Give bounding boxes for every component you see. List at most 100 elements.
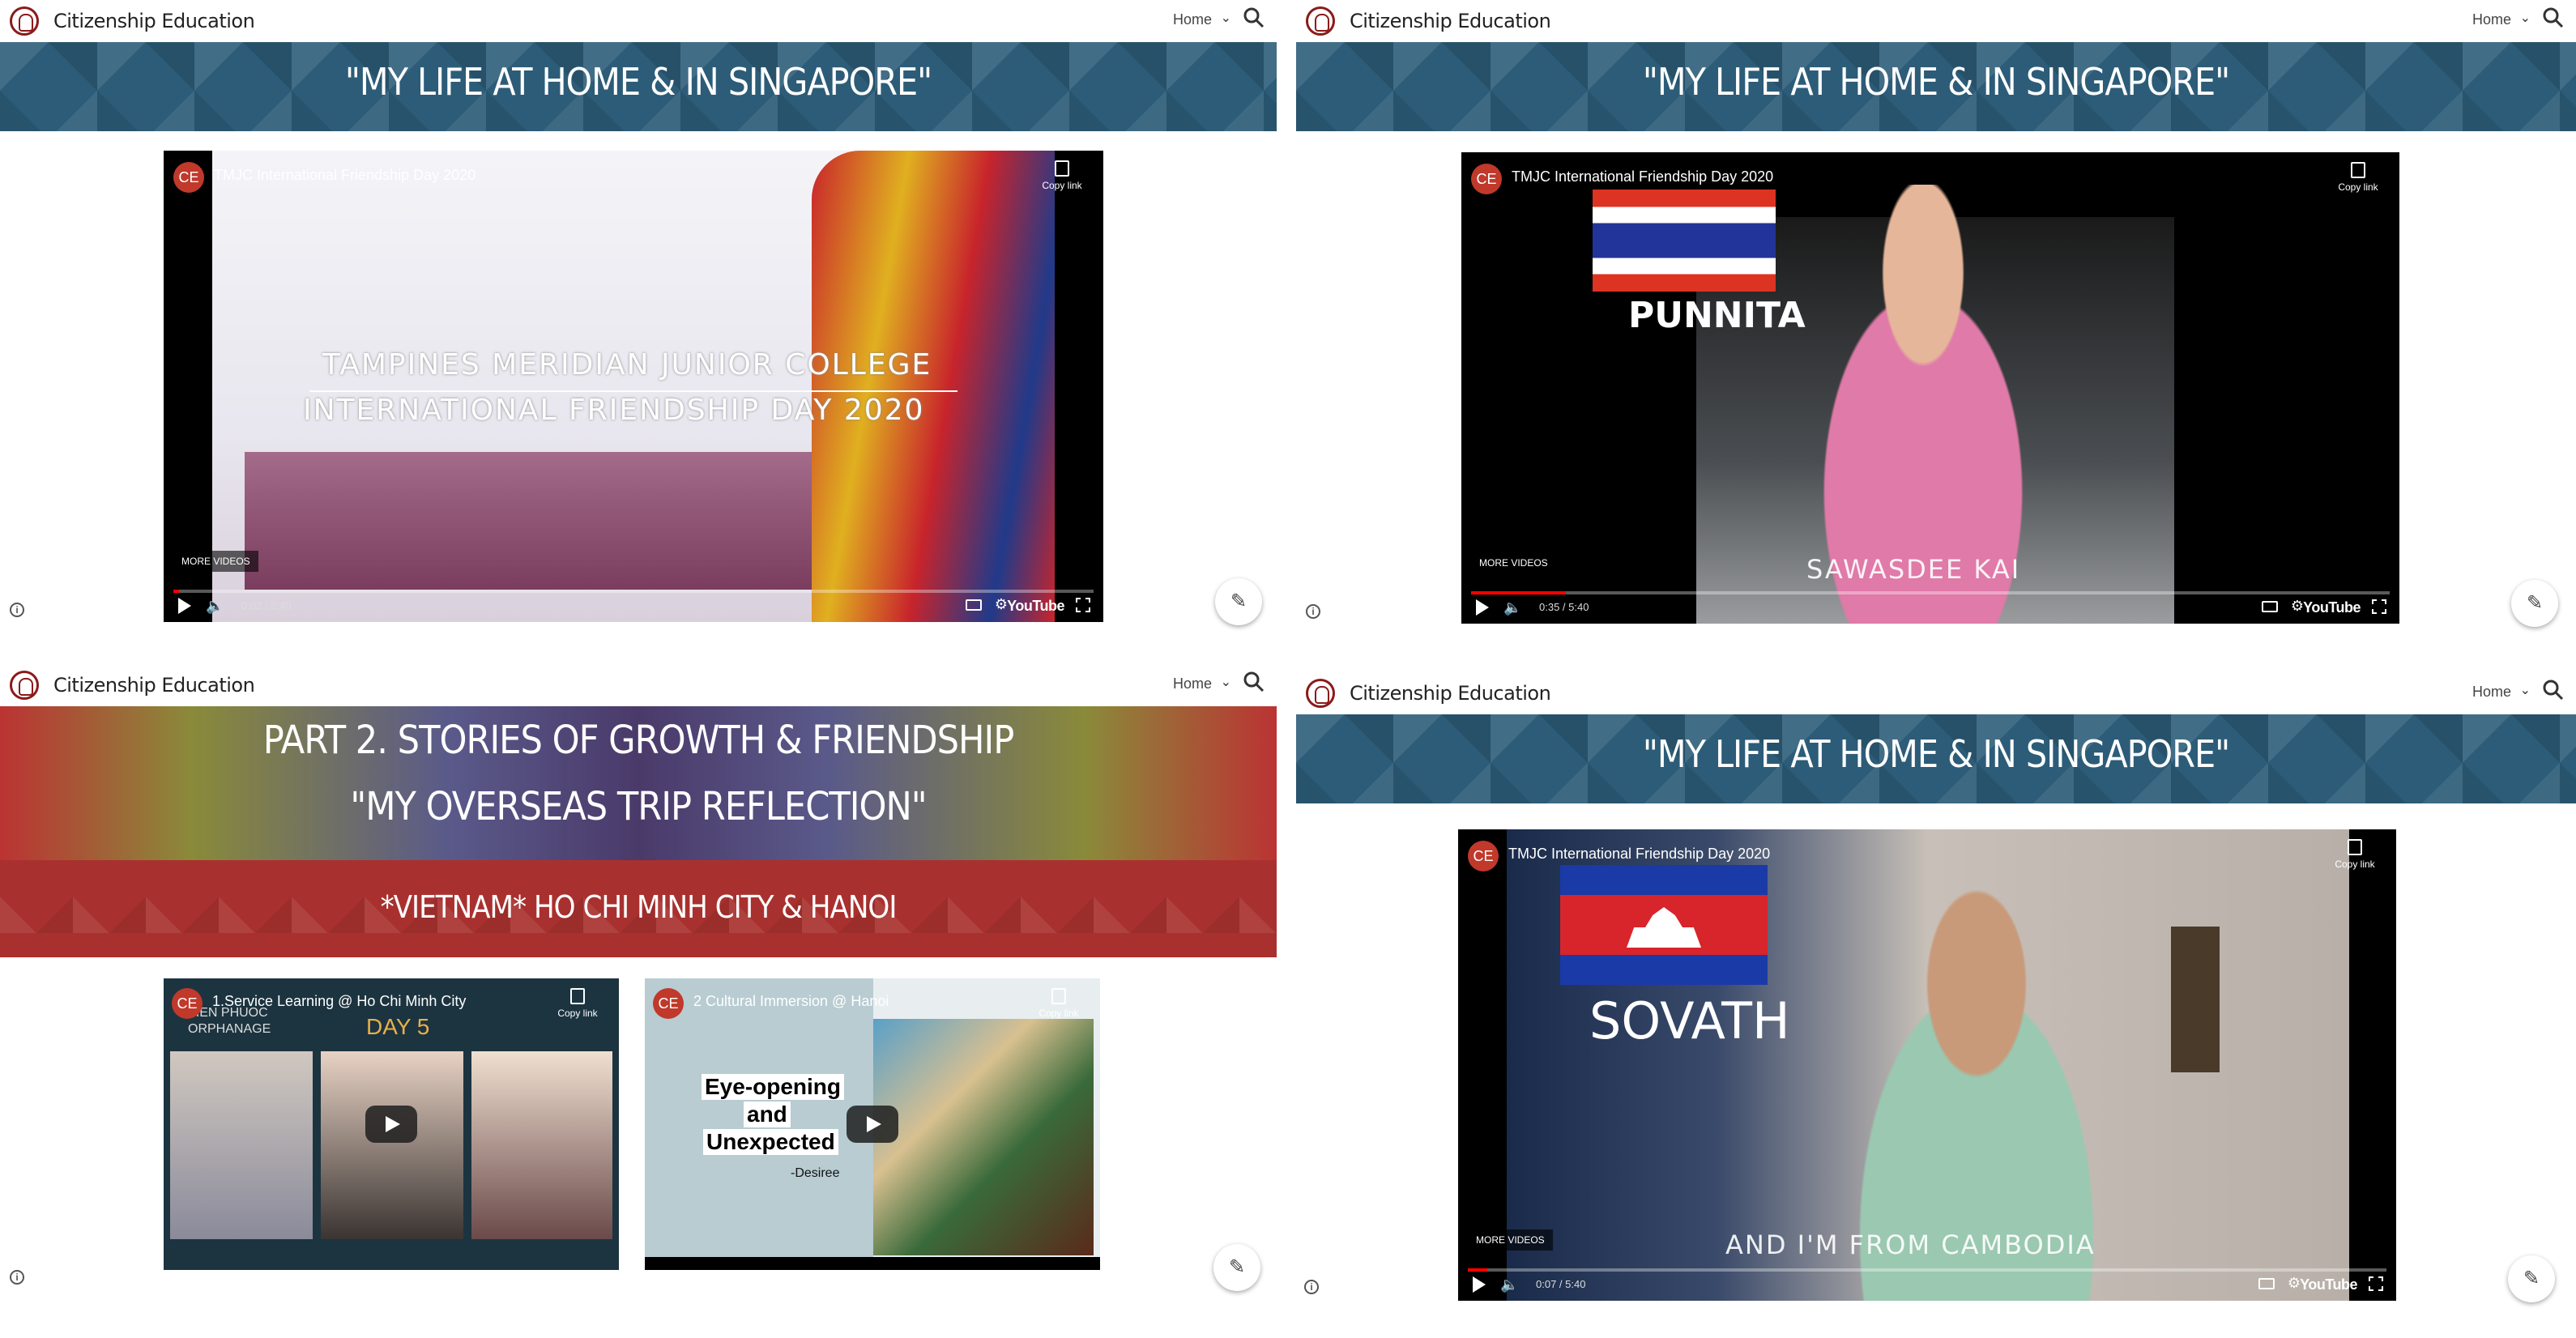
copy-link-label: Copy link: [557, 1008, 598, 1019]
fullscreen-icon[interactable]: [1076, 598, 1090, 612]
pencil-icon[interactable]: ✎: [1213, 1244, 1260, 1291]
copy-link-label: Copy link: [1042, 180, 1082, 191]
play-icon[interactable]: [1473, 1276, 1486, 1293]
right-bar: [1055, 151, 1103, 622]
thumb-photo-1: [170, 1051, 313, 1239]
nav-home-link[interactable]: Home: [2472, 684, 2511, 701]
banner-title: "MY LIFE AT HOME & IN SINGAPORE": [1642, 60, 2230, 104]
banner-title-line-2: "MY OVERSEAS TRIP REFLECTION": [350, 784, 927, 829]
copy-link-button[interactable]: Copy link: [2330, 162, 2386, 193]
panel-3: Citizenship Education Home ⌄ PART 2. STO…: [0, 664, 1277, 1338]
search-icon[interactable]: [2540, 5, 2566, 31]
captions-icon[interactable]: [2258, 1278, 2275, 1289]
copy-link-button[interactable]: Copy link: [2327, 839, 2383, 870]
video-title[interactable]: TMJC International Friendship Day 2020: [214, 167, 476, 184]
site-logo[interactable]: [1306, 6, 1335, 36]
banner-title: "MY LIFE AT HOME & IN SINGAPORE": [344, 60, 932, 104]
flag-drape: [812, 151, 1055, 622]
top-bar: Citizenship Education Home ⌄: [1296, 0, 2576, 42]
chevron-down-icon[interactable]: ⌄: [2520, 682, 2531, 698]
thumb-day: DAY 5: [366, 1014, 430, 1039]
video-title[interactable]: TMJC International Friendship Day 2020: [1512, 168, 1773, 185]
settings-icon[interactable]: ⚙: [2288, 1275, 2301, 1292]
copy-link-button[interactable]: Copy link: [1034, 160, 1090, 191]
youtube-logo[interactable]: YouTube: [2303, 599, 2361, 616]
site-title[interactable]: Citizenship Education: [53, 10, 255, 32]
volume-icon[interactable]: 🔈: [206, 598, 224, 615]
quote-line-1: Eye-opening: [702, 1074, 845, 1100]
search-icon[interactable]: [1241, 669, 1267, 695]
play-icon[interactable]: [365, 1106, 417, 1143]
channel-avatar[interactable]: CE: [172, 988, 203, 1019]
right-bar: [2349, 829, 2396, 1301]
video-title[interactable]: 2 Cultural Immersion @ Hanoi: [693, 993, 889, 1010]
copy-link-button[interactable]: Copy link: [549, 988, 606, 1019]
video-player[interactable]: PUNNITA CE TMJC International Friendship…: [1461, 152, 2399, 624]
site-title[interactable]: Citizenship Education: [1350, 10, 1551, 32]
channel-avatar[interactable]: CE: [653, 988, 684, 1019]
fullscreen-icon[interactable]: [2372, 599, 2386, 614]
video-title[interactable]: 1.Service Learning @ Ho Chi Minh City: [212, 993, 466, 1010]
channel-avatar[interactable]: CE: [1468, 841, 1499, 871]
info-icon[interactable]: i: [10, 603, 24, 617]
site-title[interactable]: Citizenship Education: [1350, 682, 1551, 705]
video-player-1[interactable]: TIEN PHUOC ORPHANAGE DAY 5 CE 1.Service …: [164, 978, 619, 1270]
panel-2: Citizenship Education Home ⌄ "MY LIFE AT…: [1296, 0, 2576, 658]
copy-link-label: Copy link: [2338, 181, 2378, 193]
copy-link-button[interactable]: Copy link: [1030, 988, 1087, 1019]
time-display: 0:02 / 5:40: [241, 599, 292, 611]
video-player[interactable]: CE TMJC International Friendship Day 202…: [164, 151, 1103, 622]
page-banner: "MY LIFE AT HOME & IN SINGAPORE": [1296, 714, 2576, 803]
chevron-down-icon[interactable]: ⌄: [2520, 10, 2531, 26]
player-controls: 🔈 0:07 / 5:40 ⚙ YouTube: [1458, 1268, 2396, 1301]
info-icon[interactable]: i: [1304, 1280, 1319, 1294]
video-player[interactable]: SOVATH CE TMJC International Friendship …: [1458, 829, 2396, 1301]
video-title[interactable]: TMJC International Friendship Day 2020: [1508, 846, 1770, 863]
fullscreen-icon[interactable]: [2369, 1276, 2383, 1291]
pencil-icon[interactable]: ✎: [2511, 580, 2558, 627]
player-controls: 🔈 0:02 / 5:40 ⚙ YouTube: [164, 590, 1103, 622]
volume-icon[interactable]: 🔈: [1503, 599, 1521, 616]
settings-icon[interactable]: ⚙: [995, 596, 1008, 613]
info-icon[interactable]: i: [10, 1270, 24, 1285]
site-title[interactable]: Citizenship Education: [53, 674, 255, 697]
thailand-flag: [1593, 190, 1776, 292]
thumb-photo-2: [321, 1051, 463, 1239]
page-banner: "MY LIFE AT HOME & IN SINGAPORE": [0, 42, 1277, 131]
pencil-icon[interactable]: ✎: [2508, 1255, 2555, 1302]
quote-author: -Desiree: [791, 1166, 840, 1180]
site-logo[interactable]: [10, 6, 39, 36]
pencil-icon[interactable]: ✎: [1215, 578, 1262, 625]
search-icon[interactable]: [1241, 5, 1267, 31]
search-icon[interactable]: [2540, 677, 2566, 703]
panel-4: Citizenship Education Home ⌄ "MY LIFE AT…: [1296, 672, 2576, 1338]
youtube-logo[interactable]: YouTube: [1007, 598, 1064, 615]
play-icon[interactable]: [847, 1106, 898, 1143]
more-videos-button[interactable]: MORE VIDEOS: [173, 551, 258, 572]
video-player-2[interactable]: Eye-opening and Unexpected -Desiree CE 2…: [645, 978, 1100, 1270]
settings-icon[interactable]: ⚙: [2291, 598, 2304, 615]
info-icon[interactable]: i: [1306, 604, 1320, 619]
more-videos-button[interactable]: MORE VIDEOS: [1471, 552, 1556, 573]
captions-icon[interactable]: [2262, 601, 2278, 612]
top-bar: Citizenship Education Home ⌄: [1296, 672, 2576, 714]
chevron-down-icon[interactable]: ⌄: [1221, 674, 1231, 690]
nav-home-link[interactable]: Home: [1173, 675, 1212, 692]
youtube-logo[interactable]: YouTube: [2300, 1276, 2357, 1293]
page-banner: PART 2. STORIES OF GROWTH & FRIENDSHIP "…: [0, 706, 1277, 957]
site-logo[interactable]: [10, 671, 39, 700]
channel-avatar[interactable]: CE: [1471, 164, 1502, 194]
top-bar: Citizenship Education Home ⌄: [0, 0, 1277, 42]
nav-home-link[interactable]: Home: [2472, 11, 2511, 28]
more-videos-button[interactable]: MORE VIDEOS: [1468, 1229, 1553, 1251]
channel-avatar[interactable]: CE: [173, 162, 204, 193]
captions-icon[interactable]: [966, 599, 982, 611]
play-icon[interactable]: [178, 598, 191, 614]
site-logo[interactable]: [1306, 679, 1335, 708]
chevron-down-icon[interactable]: ⌄: [1221, 10, 1231, 26]
speaker-name: PUNNITA: [1628, 295, 1806, 336]
nav-home-link[interactable]: Home: [1173, 11, 1212, 28]
time-display: 0:35 / 5:40: [1539, 601, 1589, 613]
play-icon[interactable]: [1476, 599, 1489, 616]
volume-icon[interactable]: 🔈: [1500, 1276, 1518, 1293]
